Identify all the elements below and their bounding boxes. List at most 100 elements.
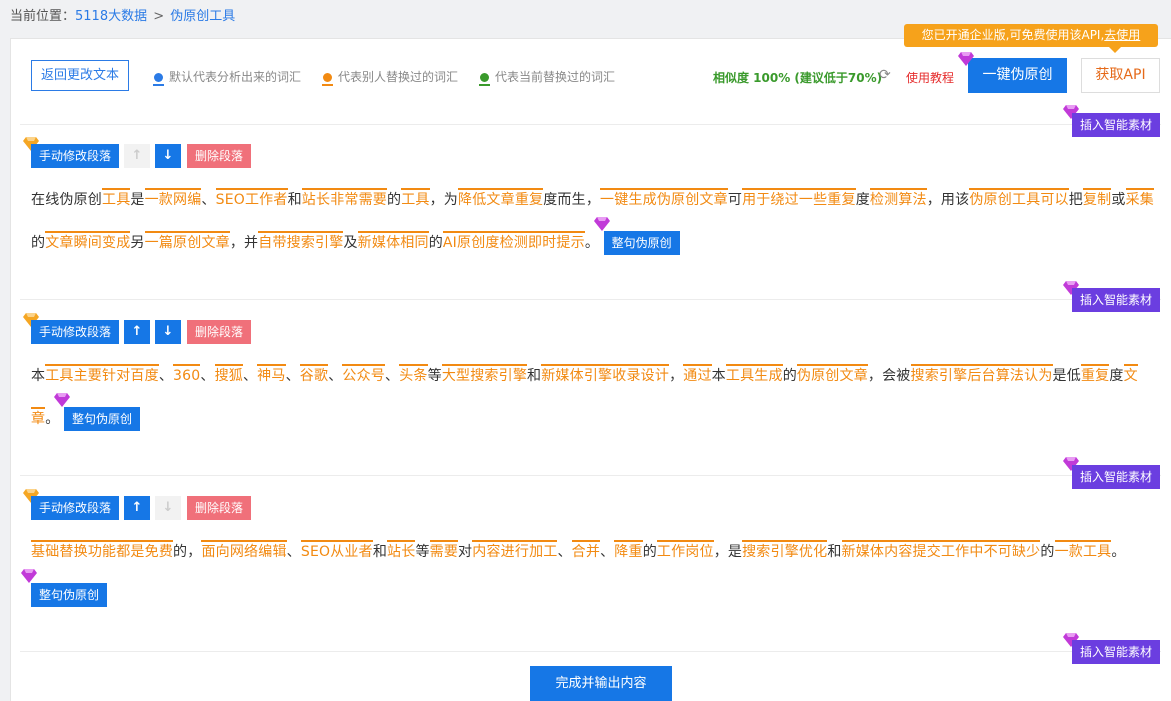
- replaceable-word[interactable]: 新媒体: [841, 540, 885, 560]
- move-down-button[interactable]: ↓: [155, 320, 181, 344]
- replaceable-word[interactable]: 站长: [301, 188, 331, 208]
- replaceable-word[interactable]: 工作: [656, 540, 686, 560]
- replaceable-word[interactable]: AI: [442, 231, 457, 251]
- replaceable-word[interactable]: 网编: [173, 188, 202, 208]
- replaceable-word[interactable]: 变成: [102, 231, 131, 251]
- paragraph-text[interactable]: 基础替换功能都是免费的，面向网络编辑、SEO从业者和站长等需要对内容进行加工、合…: [21, 531, 1161, 617]
- replaceable-word[interactable]: 主要: [73, 364, 103, 384]
- replaceable-word[interactable]: 进行: [500, 540, 530, 560]
- replaceable-word[interactable]: 相同: [400, 231, 429, 251]
- replaceable-word[interactable]: 认为: [1024, 364, 1053, 384]
- replaceable-word[interactable]: 重复: [514, 188, 544, 208]
- replaceable-word[interactable]: 一些: [798, 188, 828, 208]
- replaceable-word[interactable]: 伪原创: [796, 364, 840, 384]
- delete-paragraph-button[interactable]: 删除段落: [187, 496, 251, 520]
- replaceable-word[interactable]: 搜索引擎: [910, 364, 968, 384]
- replaceable-word[interactable]: 搜狐: [214, 364, 243, 384]
- replaceable-word[interactable]: 新媒体: [541, 364, 584, 384]
- replaceable-word[interactable]: 基础: [31, 540, 60, 560]
- replaceable-word[interactable]: 都是: [116, 540, 145, 560]
- replaceable-word[interactable]: 采集: [1125, 188, 1154, 208]
- replaceable-word[interactable]: 搜索引擎: [286, 231, 344, 251]
- replaceable-word[interactable]: 提示: [556, 231, 585, 251]
- manual-edit-button[interactable]: 手动修改段落: [31, 320, 119, 344]
- one-click-rewrite-button[interactable]: 一键伪原创: [968, 58, 1067, 93]
- replaceable-word[interactable]: 算法: [995, 364, 1025, 384]
- replaceable-word[interactable]: 站长: [387, 540, 416, 560]
- replaceable-word[interactable]: 360: [173, 364, 201, 384]
- replaceable-word[interactable]: 原创度: [457, 231, 500, 251]
- replaceable-word[interactable]: 合并: [571, 540, 601, 560]
- replaceable-word[interactable]: 工具: [102, 188, 131, 208]
- insert-material-button[interactable]: 插入智能素材: [1072, 288, 1160, 312]
- replaceable-word[interactable]: 文章: [839, 364, 868, 384]
- replaceable-word[interactable]: 原创: [173, 231, 202, 251]
- replaceable-word[interactable]: 一款: [144, 188, 174, 208]
- paragraph-text[interactable]: 在线伪原创工具是一款网编、SEO工作者和站长非常需要的工具，为降低文章重复度而生…: [31, 179, 1161, 265]
- replaceable-word[interactable]: 优化: [798, 540, 828, 560]
- insert-material-button[interactable]: 插入智能素材: [1072, 465, 1160, 489]
- replaceable-word[interactable]: 不可: [983, 540, 1012, 560]
- replaceable-word[interactable]: 中: [969, 540, 984, 560]
- manual-edit-button[interactable]: 手动修改段落: [31, 496, 119, 520]
- refresh-icon[interactable]: ⟳: [879, 67, 891, 83]
- move-down-button[interactable]: ↓: [155, 496, 181, 520]
- replaceable-word[interactable]: 从业者: [330, 540, 373, 560]
- paragraph-text[interactable]: 本工具主要针对百度、360、搜狐、神马、谷歌、公众号、头条等大型搜索引擎和新媒体…: [31, 355, 1161, 441]
- replaceable-word[interactable]: 替换: [59, 540, 88, 560]
- replaceable-word[interactable]: SEO: [300, 540, 331, 560]
- replaceable-word[interactable]: 文章: [201, 231, 230, 251]
- replaceable-word[interactable]: 内容: [884, 540, 913, 560]
- replaceable-word[interactable]: 搜索引擎: [742, 540, 799, 560]
- replaceable-word[interactable]: 提交: [912, 540, 941, 560]
- move-down-button[interactable]: ↓: [155, 144, 181, 168]
- replaceable-word[interactable]: 工具: [1011, 188, 1041, 208]
- replaceable-word[interactable]: 加工: [529, 540, 558, 560]
- replaceable-word[interactable]: 检测: [869, 188, 899, 208]
- replaceable-word[interactable]: 非常: [330, 188, 359, 208]
- replaceable-word[interactable]: 检测: [499, 231, 529, 251]
- replaceable-word[interactable]: 搜索引擎: [470, 364, 528, 384]
- replaceable-word[interactable]: 通过: [683, 364, 712, 384]
- replaceable-word[interactable]: 复制: [1082, 188, 1112, 208]
- replaceable-word[interactable]: 一款: [1054, 540, 1083, 560]
- insert-material-button[interactable]: 插入智能素材: [1072, 113, 1160, 137]
- replaceable-word[interactable]: 降重: [614, 540, 643, 560]
- return-edit-button[interactable]: 返回更改文本: [31, 60, 129, 91]
- replaceable-word[interactable]: 设计: [640, 364, 670, 384]
- delete-paragraph-button[interactable]: 删除段落: [187, 320, 251, 344]
- replaceable-word[interactable]: 算法: [898, 188, 927, 208]
- replaceable-word[interactable]: 新媒体: [357, 231, 401, 251]
- replaceable-word[interactable]: 文章: [45, 231, 74, 251]
- replaceable-word[interactable]: 伪原创: [969, 188, 1012, 208]
- replaceable-word[interactable]: 岗位: [685, 540, 714, 560]
- replaceable-word[interactable]: 用于: [742, 188, 771, 208]
- replaceable-word[interactable]: 工具: [45, 364, 74, 384]
- breadcrumb-current-link[interactable]: 伪原创工具: [170, 9, 235, 24]
- replaceable-word[interactable]: 即时: [528, 231, 557, 251]
- replaceable-word[interactable]: 功能: [87, 540, 117, 560]
- replaceable-word[interactable]: 生成: [628, 188, 657, 208]
- replaceable-word[interactable]: 谷歌: [299, 364, 329, 384]
- replaceable-word[interactable]: 需要: [358, 188, 387, 208]
- replaceable-word[interactable]: 文章: [699, 188, 728, 208]
- breadcrumb-home-link[interactable]: 5118大数据: [75, 9, 147, 24]
- replaceable-word[interactable]: 一篇: [144, 231, 174, 251]
- replaceable-word[interactable]: SEO工作者: [215, 188, 288, 208]
- replaceable-word[interactable]: 工具: [401, 188, 430, 208]
- replaceable-word[interactable]: 引擎: [583, 364, 613, 384]
- replaceable-word[interactable]: 工具: [1082, 540, 1112, 560]
- replaceable-word[interactable]: 一键: [600, 188, 629, 208]
- replaceable-word[interactable]: 绕过: [770, 188, 799, 208]
- replaceable-word[interactable]: 伪原创: [656, 188, 700, 208]
- replaceable-word[interactable]: 公众号: [342, 364, 385, 384]
- replaceable-word[interactable]: 可以: [1040, 188, 1069, 208]
- whole-sentence-rewrite-button[interactable]: 整句伪原创: [54, 393, 141, 431]
- insert-material-button[interactable]: 插入智能素材: [1072, 640, 1160, 664]
- replaceable-word[interactable]: 后台: [967, 364, 996, 384]
- manual-edit-button[interactable]: 手动修改段落: [31, 144, 119, 168]
- replaceable-word[interactable]: 需要: [429, 540, 459, 560]
- replaceable-word[interactable]: 编辑: [258, 540, 287, 560]
- replaceable-word[interactable]: 重复: [827, 188, 856, 208]
- move-up-button[interactable]: ↑: [124, 496, 150, 520]
